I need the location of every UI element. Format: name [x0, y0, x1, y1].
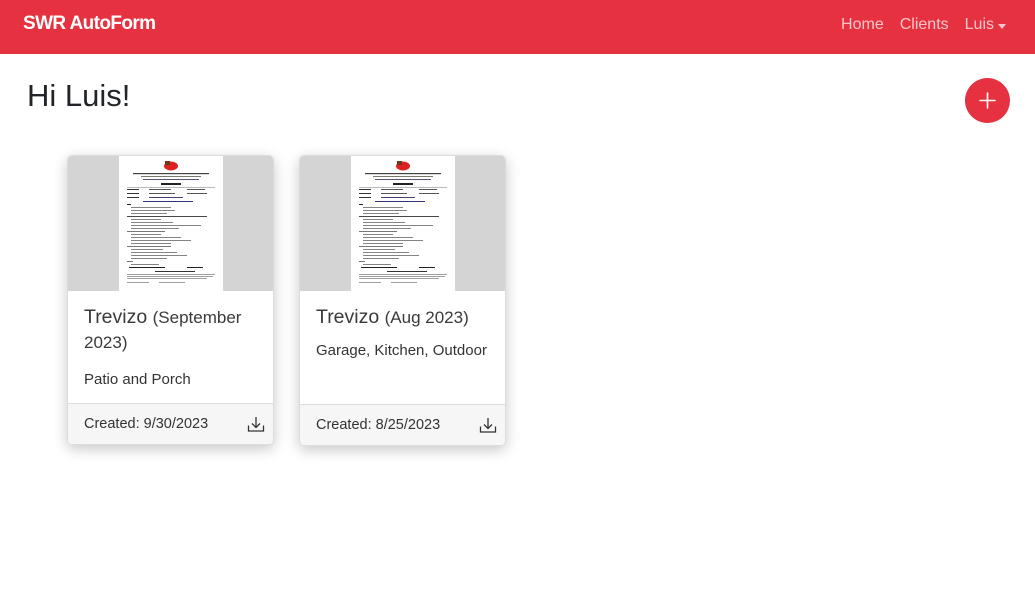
created-date: Created: 9/30/2023 — [84, 416, 209, 432]
download-icon[interactable] — [479, 416, 497, 434]
nav-links: Home Clients Luis — [841, 16, 1006, 34]
created-date: Created: 8/25/2023 — [316, 417, 441, 433]
form-period: (Aug 2023) — [384, 308, 469, 327]
card-title: Trevizo (Aug 2023) — [316, 305, 489, 330]
card-footer: Created: 9/30/2023 — [68, 403, 273, 444]
form-areas: Garage, Kitchen, Outdoor — [316, 342, 487, 359]
user-menu-dropdown[interactable]: Luis — [965, 16, 1006, 34]
page-title: Hi Luis! — [27, 78, 131, 113]
nav-home-label: Home — [841, 16, 884, 33]
card-title: Trevizo (September 2023) — [84, 305, 257, 355]
form-card[interactable]: Trevizo (September 2023) Patio and Porch… — [67, 155, 274, 445]
user-menu-label: Luis — [964, 16, 994, 33]
card-footer: Created: 8/25/2023 — [300, 404, 505, 445]
navbar: SWR AutoForm Home Clients Luis — [0, 0, 1035, 54]
card-body: Trevizo (September 2023) Patio and Porch — [68, 291, 273, 392]
document-preview-image — [351, 156, 455, 291]
form-thumbnail — [300, 156, 505, 291]
nav-clients-link[interactable]: Clients — [900, 16, 949, 34]
brand-logo[interactable]: SWR AutoForm — [23, 13, 156, 35]
client-name: Trevizo — [316, 306, 380, 328]
nav-clients-label: Clients — [899, 16, 949, 33]
nav-home-link[interactable]: Home — [841, 16, 884, 34]
download-icon[interactable] — [247, 415, 265, 433]
form-card[interactable]: Trevizo (Aug 2023) Garage, Kitchen, Outd… — [299, 155, 506, 446]
document-preview-image — [119, 156, 223, 291]
form-areas: Patio and Porch — [84, 371, 191, 388]
plus-icon — [979, 92, 996, 109]
form-thumbnail — [68, 156, 273, 291]
caret-down-icon — [998, 23, 1006, 29]
client-name: Trevizo — [84, 306, 148, 328]
card-body: Trevizo (Aug 2023) Garage, Kitchen, Outd… — [300, 291, 505, 363]
add-form-button[interactable] — [965, 78, 1010, 123]
